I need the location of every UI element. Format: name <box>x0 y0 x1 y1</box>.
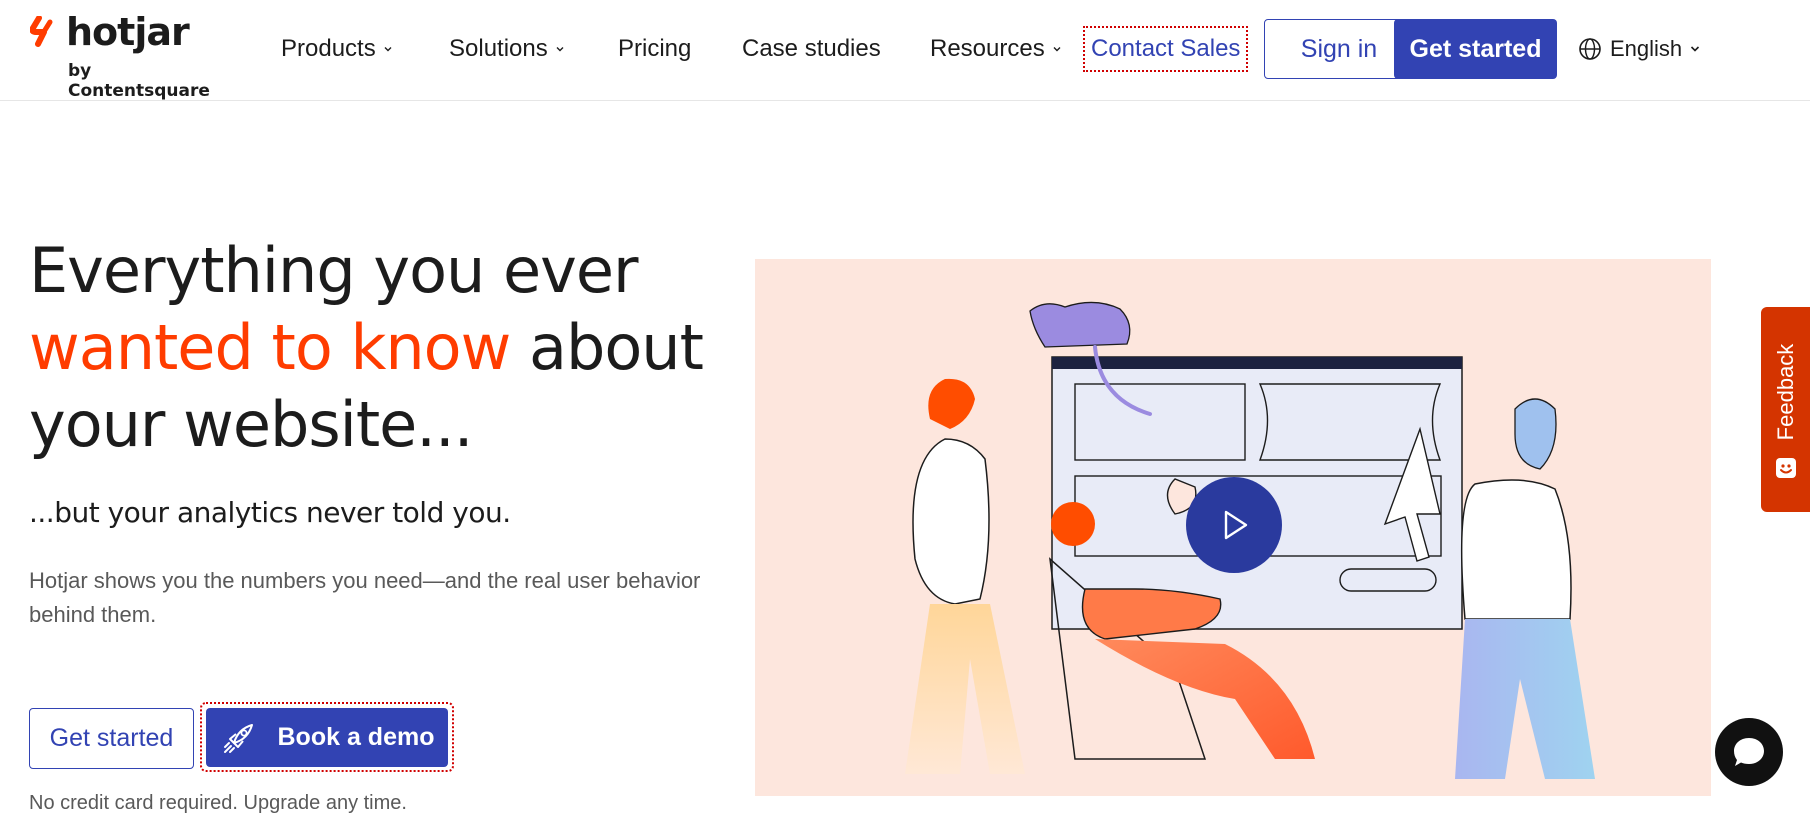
play-icon <box>1224 510 1248 540</box>
chevron-down-icon <box>1691 46 1700 52</box>
hotjar-logo-mark-icon <box>30 16 53 47</box>
rocket-icon <box>223 723 253 753</box>
feedback-label: Feedback <box>1772 343 1798 441</box>
hero-subtitle: ...but your analytics never told you. <box>29 496 511 529</box>
chevron-down-icon <box>384 47 392 52</box>
chat-bubble-icon <box>1734 738 1764 766</box>
nav-products[interactable]: Products <box>281 34 392 64</box>
site-header: hotjar by Contentsquare Products Solutio… <box>0 0 1810 101</box>
hero-description: Hotjar shows you the numbers you need—an… <box>29 568 701 627</box>
logo-wordmark: hotjar <box>66 10 190 54</box>
hero-get-started-button[interactable]: Get started <box>29 708 194 769</box>
hero-title: Everything you ever wanted to know about… <box>29 232 729 463</box>
book-demo-button[interactable]: Book a demo <box>206 708 448 767</box>
sign-in-button[interactable]: Sign in <box>1264 19 1414 79</box>
hotjar-logo[interactable]: hotjar by Contentsquare <box>30 10 230 101</box>
hero-title-line2-rest: about <box>510 311 704 384</box>
hero-note: No credit card required. Upgrade any tim… <box>29 792 407 814</box>
cat-shape <box>1029 301 1131 348</box>
nav-pricing-label: Pricing <box>618 35 692 62</box>
bald-man-coat-shape <box>1460 479 1572 620</box>
play-video-button[interactable] <box>1186 477 1282 573</box>
chevron-down-icon <box>556 47 564 52</box>
contact-sales-link[interactable]: Contact Sales <box>1083 26 1249 72</box>
hero-title-accent: wanted to know <box>29 311 511 384</box>
hero-title-line1: Everything you ever <box>29 234 638 307</box>
nav-pricing[interactable]: Pricing <box>618 34 691 64</box>
nav-resources[interactable]: Resources <box>930 34 1061 64</box>
woman-top-shape <box>912 438 990 605</box>
nav-case-studies-label: Case studies <box>742 35 881 62</box>
nav-products-label: Products <box>281 35 376 62</box>
hero-title-line3: your website... <box>29 388 473 461</box>
nav-solutions-label: Solutions <box>449 35 548 62</box>
header-get-started-button[interactable]: Get started <box>1394 19 1557 79</box>
logo-subtitle: by Contentsquare <box>68 61 210 101</box>
nav-solutions[interactable]: Solutions <box>449 34 564 64</box>
browser-title-bar <box>1052 357 1462 369</box>
nav-resources-label: Resources <box>930 35 1045 62</box>
man-hair-shape <box>1051 502 1095 546</box>
language-selector[interactable]: English <box>1578 34 1700 64</box>
nav-case-studies[interactable]: Case studies <box>742 34 881 64</box>
chat-widget-button[interactable] <box>1715 718 1783 786</box>
language-label: English <box>1610 36 1683 61</box>
feedback-tab[interactable]: Feedback <box>1761 307 1810 512</box>
feedback-smile-icon <box>1776 458 1796 478</box>
chevron-down-icon <box>1053 47 1061 52</box>
book-demo-label: Book a demo <box>277 723 435 751</box>
globe-icon <box>1579 38 1601 60</box>
